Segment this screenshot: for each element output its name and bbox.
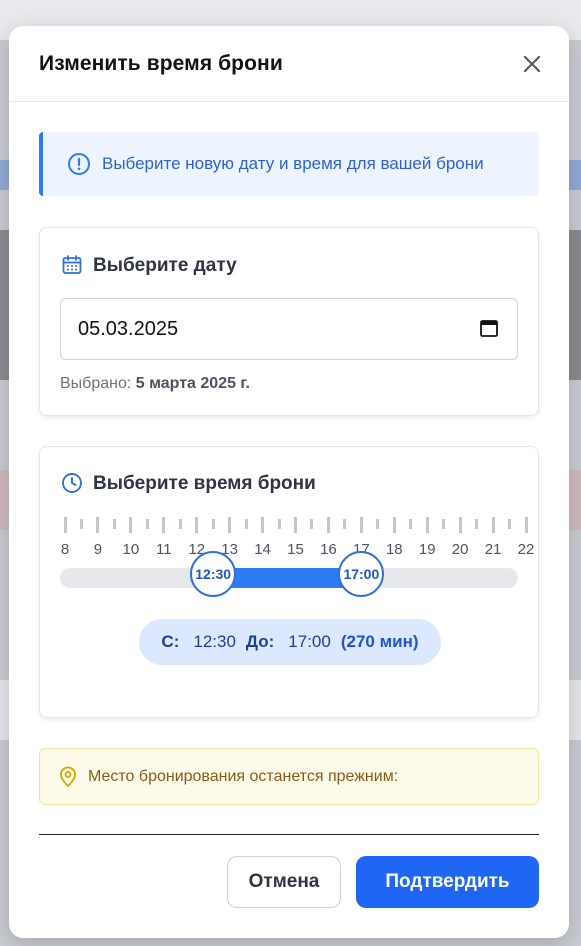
from-label: С: — [161, 632, 180, 651]
clock-icon — [62, 473, 82, 493]
hour-label: 15 — [287, 541, 304, 558]
hour-label: 21 — [484, 541, 502, 558]
tick-mark — [228, 517, 232, 533]
confirm-button[interactable]: Подтвердить — [356, 856, 539, 908]
hour-label: 20 — [451, 541, 469, 558]
time-range-slider[interactable] — [60, 568, 518, 588]
modal-title: Изменить время брони — [39, 52, 283, 75]
calendar-icon — [62, 255, 82, 274]
hour-label: 18 — [385, 541, 403, 558]
hour-label: 11 — [155, 541, 172, 558]
time-card: Выберите время брони 8 9 10 11 12 13 14 15 16 17 1… — [39, 446, 539, 718]
tick-mark — [475, 519, 479, 529]
hour-label: 16 — [320, 541, 337, 558]
date-input-value: 05.03.2025 — [78, 318, 179, 340]
date-card-title: Выберите дату — [93, 255, 237, 276]
tick-mark — [425, 517, 429, 533]
tick-mark — [392, 517, 396, 533]
hour-label: 22 — [517, 541, 535, 558]
tick-mark — [491, 517, 495, 533]
to-value: 17:00 — [288, 632, 331, 651]
tick-mark — [294, 517, 297, 533]
tick-mark — [359, 517, 363, 533]
tick-mark — [277, 519, 281, 529]
edit-booking-time-modal: Изменить время брони Выберите новую дату… — [9, 26, 569, 938]
tick-mark — [343, 519, 347, 529]
tick-mark — [112, 519, 116, 529]
selected-date: Выбрано: 5 марта 2025 г. — [60, 375, 250, 393]
tick-mark — [524, 517, 528, 533]
tick-mark — [409, 519, 413, 529]
hour-label: 14 — [254, 541, 271, 558]
hour-label: 19 — [418, 541, 436, 558]
tick-mark — [79, 519, 83, 529]
tick-mark — [310, 519, 314, 529]
tick-mark — [326, 517, 330, 533]
time-ticks — [60, 517, 528, 533]
from-value: 12:30 — [193, 632, 236, 651]
tick-mark — [96, 517, 100, 533]
tick-mark — [211, 519, 215, 529]
selected-date-label: Выбрано: — [60, 375, 132, 392]
to-label: До: — [245, 632, 275, 651]
footer-divider — [39, 834, 539, 835]
date-card: Выберите дату 05.03.2025 Выбрано: 5 март… — [39, 227, 539, 416]
modal-header: Изменить время брони — [9, 26, 569, 102]
tick-mark — [261, 517, 265, 533]
tick-mark — [376, 519, 380, 529]
date-input[interactable]: 05.03.2025 — [60, 298, 518, 360]
close-icon[interactable] — [521, 53, 543, 75]
duration: (270 мин) — [340, 632, 419, 651]
time-summary: С: 12:30 До: 17:00 (270 мин) — [139, 619, 441, 665]
location-pin-icon — [60, 766, 76, 788]
tick-mark — [195, 517, 199, 533]
cancel-button[interactable]: Отмена — [227, 856, 341, 908]
info-icon — [68, 153, 90, 175]
tick-mark — [63, 517, 67, 533]
hour-label: 9 — [93, 541, 103, 558]
tick-mark — [129, 517, 133, 533]
info-banner: Выберите новую дату и время для вашей бр… — [39, 132, 539, 196]
tick-mark — [145, 519, 149, 529]
selected-date-value: 5 марта 2025 г. — [135, 375, 250, 392]
location-notice-text: Место бронирования останется прежним: — [88, 768, 399, 785]
time-card-title: Выберите время брони — [93, 473, 316, 494]
hour-label: 8 — [60, 541, 70, 558]
tick-mark — [178, 519, 182, 529]
info-text: Выберите новую дату и время для вашей бр… — [102, 154, 484, 173]
tick-mark — [458, 517, 462, 533]
start-time-handle[interactable]: 12:30 — [190, 551, 237, 597]
tick-mark — [442, 519, 446, 529]
tick-mark — [162, 517, 166, 533]
hour-label: 10 — [122, 541, 140, 558]
tick-mark — [508, 519, 512, 529]
location-notice: Место бронирования останется прежним: — [39, 748, 539, 805]
tick-mark — [244, 519, 248, 529]
calendar-picker-icon[interactable] — [479, 318, 499, 338]
end-time-handle[interactable]: 17:00 — [338, 551, 385, 597]
